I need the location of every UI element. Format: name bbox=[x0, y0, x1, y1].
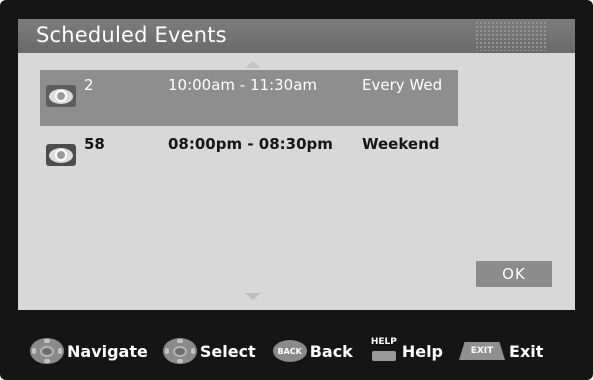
event-row[interactable]: 2 10:00am - 11:30am Every Wed bbox=[40, 70, 458, 126]
scroll-down-arrow-icon[interactable] bbox=[245, 293, 261, 300]
event-channel: 58 bbox=[84, 135, 105, 153]
dpad-icon bbox=[30, 338, 64, 364]
legend-back: BACK Back bbox=[272, 336, 353, 366]
tv-screen: Scheduled Events 2 10:00am - 11:30am Eve… bbox=[0, 0, 593, 380]
legend-exit-label: Exit bbox=[509, 341, 544, 361]
dialog-header: Scheduled Events bbox=[18, 19, 575, 53]
dialog-title: Scheduled Events bbox=[36, 23, 227, 47]
event-repeat: Every Wed bbox=[362, 76, 443, 94]
event-repeat: Weekend bbox=[362, 135, 440, 153]
dpad-select-icon bbox=[162, 338, 197, 364]
legend-select: Select bbox=[162, 336, 256, 366]
scheduled-events-dialog: Scheduled Events 2 10:00am - 11:30am Eve… bbox=[18, 19, 575, 310]
scroll-up-arrow-icon[interactable] bbox=[245, 61, 261, 68]
ok-button[interactable]: OK bbox=[476, 261, 552, 287]
event-channel: 2 bbox=[84, 76, 94, 94]
exit-key-icon: EXIT bbox=[459, 342, 506, 360]
legend-select-label: Select bbox=[199, 341, 256, 361]
legend-exit: EXIT Exit bbox=[459, 336, 543, 366]
event-time: 10:00am - 11:30am bbox=[168, 76, 318, 94]
legend-navigate-label: Navigate bbox=[67, 341, 148, 361]
help-key-text: HELP bbox=[370, 337, 397, 347]
legend-navigate: Navigate bbox=[30, 336, 148, 366]
help-key-icon: HELP bbox=[370, 337, 398, 363]
legend-back-label: Back bbox=[309, 341, 353, 361]
key-legend-bar: Navigate Select BACK Back HELP Help EXIT… bbox=[30, 336, 543, 366]
eye-icon bbox=[46, 144, 76, 166]
back-key-icon: BACK bbox=[272, 340, 307, 362]
event-time: 08:00pm - 08:30pm bbox=[168, 135, 333, 153]
legend-help-label: Help bbox=[401, 341, 444, 361]
legend-help: HELP Help bbox=[370, 336, 443, 366]
eye-icon bbox=[46, 85, 76, 107]
event-row[interactable]: 58 08:00pm - 08:30pm Weekend bbox=[40, 129, 458, 185]
header-dot-pattern bbox=[475, 21, 547, 51]
